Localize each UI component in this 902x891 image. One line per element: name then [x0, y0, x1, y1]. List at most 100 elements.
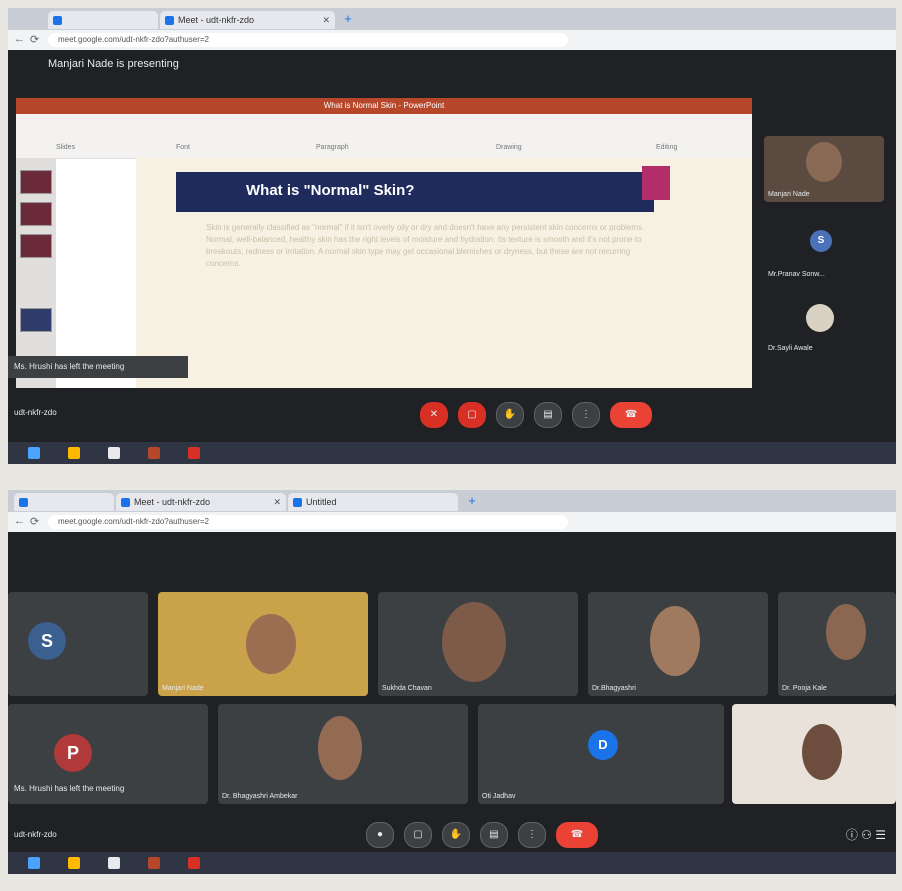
participant-tile[interactable]: D Oti Jadhav — [478, 704, 724, 804]
tab-favicon-icon — [19, 498, 28, 507]
participant-avatar: P — [54, 734, 92, 772]
browser-tab-meet[interactable]: Meet - udt-nkfr-zdo ✕ — [160, 11, 335, 29]
tab-favicon-icon — [53, 16, 62, 25]
more-options-icon[interactable]: ⋮ — [572, 402, 600, 428]
slide-thumbnail[interactable] — [20, 308, 52, 332]
camera-off-icon[interactable]: ▢ — [458, 402, 486, 428]
participant-name: Dr. Pooja Kale — [782, 685, 827, 692]
slide-canvas: What is "Normal" Skin? Skin is generally… — [136, 158, 752, 388]
participant-tile[interactable]: Manjari Nade — [158, 592, 368, 696]
taskbar-app-icon[interactable] — [188, 447, 200, 459]
back-icon[interactable]: ← — [14, 33, 25, 45]
meeting-details-icons[interactable]: ⓘ ⚇ ☰ — [846, 826, 886, 843]
mic-off-icon[interactable]: ✕ — [420, 402, 448, 428]
participant-video — [806, 142, 842, 182]
participant-avatar: D — [588, 730, 618, 760]
windows-taskbar — [8, 442, 896, 464]
participant-tile[interactable]: S — [8, 592, 148, 696]
more-options-icon[interactable]: ⋮ — [518, 822, 546, 848]
participant-name: Dr. Bhagyashri Ambekar — [222, 793, 298, 800]
url-field[interactable]: meet.google.com/udt-nkfr-zdo?authuser=2 — [48, 515, 568, 529]
raise-hand-icon[interactable]: ✋ — [496, 402, 524, 428]
meet-favicon-icon — [165, 16, 174, 25]
end-call-button[interactable]: ☎ — [610, 402, 652, 428]
browser-tab-meet[interactable]: Meet - udt-nkfr-zdo ✕ — [116, 493, 286, 511]
screenshot-grid-view: Meet - udt-nkfr-zdo ✕ Untitled + ← ⟳ mee… — [8, 490, 896, 874]
participant-video — [318, 716, 362, 780]
powerpoint-window: What is Normal Skin - PowerPoint Slides … — [16, 98, 752, 388]
captions-icon[interactable]: ▤ — [534, 402, 562, 428]
participant-name: Dr.Bhagyashri — [592, 685, 636, 692]
address-bar: ← ⟳ meet.google.com/udt-nkfr-zdo?authuse… — [8, 512, 896, 533]
ribbon-group-label: Drawing — [496, 144, 522, 151]
new-tab-icon[interactable]: + — [340, 12, 356, 26]
end-call-button[interactable]: ☎ — [556, 822, 598, 848]
powerpoint-icon[interactable] — [148, 447, 160, 459]
close-tab-icon[interactable]: ✕ — [322, 11, 330, 29]
slide-thumbnail-pane — [16, 158, 56, 388]
camera-icon[interactable]: ▢ — [404, 822, 432, 848]
slide-title-band: What is "Normal" Skin? — [176, 166, 670, 212]
reload-icon[interactable]: ⟳ — [30, 33, 39, 46]
slide-thumbnail[interactable] — [20, 234, 52, 258]
chrome-icon[interactable] — [108, 447, 120, 459]
participant-tile[interactable]: Dr.Bhagyashri — [588, 592, 768, 696]
participant-tile[interactable]: Sukhda Chavan — [378, 592, 578, 696]
slide-thumbnail[interactable] — [20, 202, 52, 226]
meet-stage: S Manjari Nade Sukhda Chavan Dr.Bhagyash… — [8, 532, 896, 852]
tab-label: Meet - udt-nkfr-zdo — [134, 497, 211, 507]
participant-tile[interactable]: Dr.Sayli Awale — [764, 300, 884, 356]
participant-tile[interactable]: Dr. Pooja Kale — [778, 592, 896, 696]
participant-tile[interactable] — [732, 704, 896, 804]
participant-name: Sukhda Chavan — [382, 685, 432, 692]
tab-favicon-icon — [293, 498, 302, 507]
start-icon[interactable] — [28, 857, 40, 869]
ribbon-group-label: Editing — [656, 144, 678, 151]
new-tab-icon[interactable]: + — [464, 494, 480, 508]
chrome-icon[interactable] — [108, 857, 120, 869]
back-icon[interactable]: ← — [14, 515, 25, 527]
windows-taskbar — [8, 852, 896, 874]
tab-label: Meet - udt-nkfr-zdo — [178, 15, 255, 25]
participant-video — [802, 724, 842, 780]
mic-icon[interactable]: ● — [366, 822, 394, 848]
raise-hand-icon[interactable]: ✋ — [442, 822, 470, 848]
browser-tab-bar: Meet - udt-nkfr-zdo ✕ Untitled + — [8, 490, 896, 512]
browser-tab[interactable] — [14, 493, 114, 511]
browser-tab[interactable]: Untitled — [288, 493, 458, 511]
ppt-title-bar: What is Normal Skin - PowerPoint — [16, 98, 752, 114]
meet-stage: Manjari Nade is presenting What is Norma… — [8, 50, 896, 442]
screenshot-presenting: Meet - udt-nkfr-zdo ✕ + ← ⟳ meet.google.… — [8, 8, 896, 464]
participant-tile[interactable]: Manjari Nade — [764, 136, 884, 202]
reload-icon[interactable]: ⟳ — [30, 515, 39, 528]
call-controls: ✕ ▢ ✋ ▤ ⋮ ☎ — [420, 402, 652, 428]
participant-name: Manjari Nade — [768, 191, 810, 198]
meeting-code: udt-nkfr-zdo — [14, 408, 57, 417]
explorer-icon[interactable] — [68, 447, 80, 459]
participant-video — [442, 602, 506, 682]
participant-tile[interactable]: S Mr.Pranav Sonw... — [764, 226, 884, 282]
participant-photo — [806, 304, 834, 332]
participant-name: Mr.Pranav Sonw... — [768, 271, 825, 278]
slide-thumbnail[interactable] — [20, 170, 52, 194]
tab-label: Untitled — [306, 497, 337, 507]
call-controls: ● ▢ ✋ ▤ ⋮ ☎ — [366, 822, 598, 848]
browser-tab[interactable] — [48, 11, 158, 29]
participant-video — [650, 606, 700, 676]
url-field[interactable]: meet.google.com/udt-nkfr-zdo?authuser=2 — [48, 33, 568, 47]
participant-name: Manjari Nade — [162, 685, 204, 692]
captions-icon[interactable]: ▤ — [480, 822, 508, 848]
ribbon-group-label: Paragraph — [316, 144, 349, 151]
powerpoint-icon[interactable] — [148, 857, 160, 869]
participant-name: Dr.Sayli Awale — [768, 345, 813, 352]
participant-video — [826, 604, 866, 660]
explorer-icon[interactable] — [68, 857, 80, 869]
participant-left-toast: Ms. Hrushi has left the meeting — [8, 356, 188, 378]
participant-left-toast: Ms. Hrushi has left the meeting — [8, 778, 176, 800]
start-icon[interactable] — [28, 447, 40, 459]
taskbar-app-icon[interactable] — [188, 857, 200, 869]
participant-tile[interactable]: Dr. Bhagyashri Ambekar — [218, 704, 468, 804]
presenter-banner: Manjari Nade is presenting — [48, 58, 179, 70]
ribbon-group-label: Font — [176, 144, 191, 151]
close-tab-icon[interactable]: ✕ — [273, 493, 281, 511]
